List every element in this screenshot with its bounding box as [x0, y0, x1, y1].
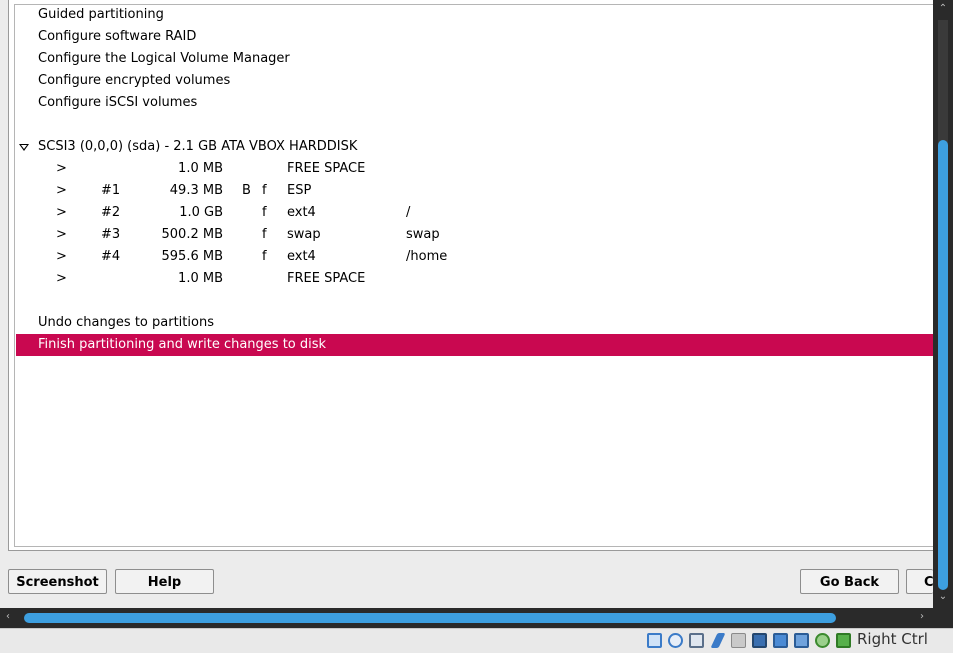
- audio-icon[interactable]: [689, 633, 704, 648]
- finish-partitioning-label: Finish partitioning and write changes to…: [38, 337, 327, 352]
- partition-size: 49.3 MB: [169, 183, 223, 198]
- menu-item-guided-partitioning[interactable]: Guided partitioning: [16, 4, 933, 26]
- partition-number: #3: [101, 227, 121, 242]
- partition-row[interactable]: > 1.0 MB FREE SPACE: [16, 268, 933, 290]
- partition-row[interactable]: > #3 500.2 MB f swap swap: [16, 224, 933, 246]
- vertical-scrollbar[interactable]: ⌃ ⌄: [933, 0, 953, 608]
- vm-status-bar: Right Ctrl: [0, 628, 953, 653]
- go-back-button[interactable]: Go Back: [800, 569, 899, 594]
- partition-format-flag: f: [262, 227, 267, 242]
- scroll-right-icon[interactable]: ›: [920, 611, 924, 622]
- partition-size: 1.0 MB: [178, 161, 223, 176]
- partitioner-window: Guided partitioning Configure software R…: [0, 0, 934, 608]
- partition-size: 1.0 MB: [178, 271, 223, 286]
- menu-item-software-raid[interactable]: Configure software RAID: [16, 26, 933, 48]
- scroll-left-icon[interactable]: ‹: [6, 611, 10, 622]
- menu-item-label: Configure encrypted volumes: [38, 73, 231, 88]
- menu-item-encrypted-volumes[interactable]: Configure encrypted volumes: [16, 70, 933, 92]
- partition-row[interactable]: > 1.0 MB FREE SPACE: [16, 158, 933, 180]
- partition-filesystem: ext4: [287, 205, 316, 220]
- horizontal-scroll-thumb[interactable]: [24, 613, 836, 623]
- partition-arrow: >: [56, 183, 67, 198]
- mouse-integration-icon[interactable]: [836, 633, 851, 648]
- optical-drive-icon[interactable]: [668, 633, 683, 648]
- partition-format-flag: f: [262, 249, 267, 264]
- partition-filesystem: ESP: [287, 183, 312, 198]
- partition-row[interactable]: > #4 595.6 MB f ext4 /home: [16, 246, 933, 268]
- scroll-up-icon[interactable]: ⌃: [936, 2, 950, 16]
- partition-mount: /home: [406, 249, 448, 264]
- menu-item-label: Configure the Logical Volume Manager: [38, 51, 290, 66]
- menu-item-label: Configure software RAID: [38, 29, 197, 44]
- display-icon[interactable]: [752, 633, 767, 648]
- partition-bootable-flag: B: [242, 183, 251, 198]
- usb-icon[interactable]: [710, 633, 726, 648]
- partition-filesystem: FREE SPACE: [287, 271, 366, 286]
- expand-triangle-icon[interactable]: [19, 144, 29, 151]
- partition-row[interactable]: > #2 1.0 GB f ext4 /: [16, 202, 933, 224]
- undo-changes-item[interactable]: Undo changes to partitions: [16, 312, 933, 334]
- hard-disk-icon[interactable]: [647, 633, 662, 648]
- finish-partitioning-item[interactable]: Finish partitioning and write changes to…: [16, 334, 933, 356]
- partition-size: 1.0 GB: [179, 205, 223, 220]
- partition-filesystem: swap: [287, 227, 321, 242]
- partition-arrow: >: [56, 205, 67, 220]
- partition-arrow: >: [56, 227, 67, 242]
- cpu-icon[interactable]: [815, 633, 830, 648]
- partition-filesystem: ext4: [287, 249, 316, 264]
- partition-mount: swap: [406, 227, 440, 242]
- vertical-scroll-thumb[interactable]: [938, 140, 948, 590]
- screenshot-button[interactable]: Screenshot: [8, 569, 107, 594]
- partition-arrow: >: [56, 249, 67, 264]
- disk-row[interactable]: SCSI3 (0,0,0) (sda) - 2.1 GB ATA VBOX HA…: [16, 136, 933, 158]
- partition-size: 500.2 MB: [161, 227, 223, 242]
- menu-item-label: Configure iSCSI volumes: [38, 95, 198, 110]
- partition-filesystem: FREE SPACE: [287, 161, 366, 176]
- menu-item-label: Guided partitioning: [38, 7, 164, 22]
- menu-item-lvm[interactable]: Configure the Logical Volume Manager: [16, 48, 933, 70]
- shared-folders-icon[interactable]: [731, 633, 746, 648]
- partition-format-flag: f: [262, 183, 267, 198]
- scroll-down-icon[interactable]: ⌄: [936, 590, 950, 604]
- host-key-label: Right Ctrl: [857, 630, 928, 648]
- partition-mount: /: [406, 205, 411, 220]
- partition-arrow: >: [56, 271, 67, 286]
- horizontal-scrollbar[interactable]: ‹ ›: [0, 608, 953, 628]
- network-icon[interactable]: [773, 633, 788, 648]
- continue-button[interactable]: C: [906, 569, 933, 594]
- disk-label: SCSI3 (0,0,0) (sda) - 2.1 GB ATA VBOX HA…: [38, 139, 358, 154]
- partition-format-flag: f: [262, 205, 267, 220]
- partition-number: #1: [101, 183, 121, 198]
- menu-item-iscsi-volumes[interactable]: Configure iSCSI volumes: [16, 92, 933, 114]
- partition-size: 595.6 MB: [161, 249, 223, 264]
- partition-row[interactable]: > #1 49.3 MB B f ESP: [16, 180, 933, 202]
- undo-changes-label: Undo changes to partitions: [38, 315, 214, 330]
- partition-arrow: >: [56, 161, 67, 176]
- help-button[interactable]: Help: [115, 569, 214, 594]
- video-capture-icon[interactable]: [794, 633, 809, 648]
- partition-number: #4: [101, 249, 121, 264]
- partition-number: #2: [101, 205, 121, 220]
